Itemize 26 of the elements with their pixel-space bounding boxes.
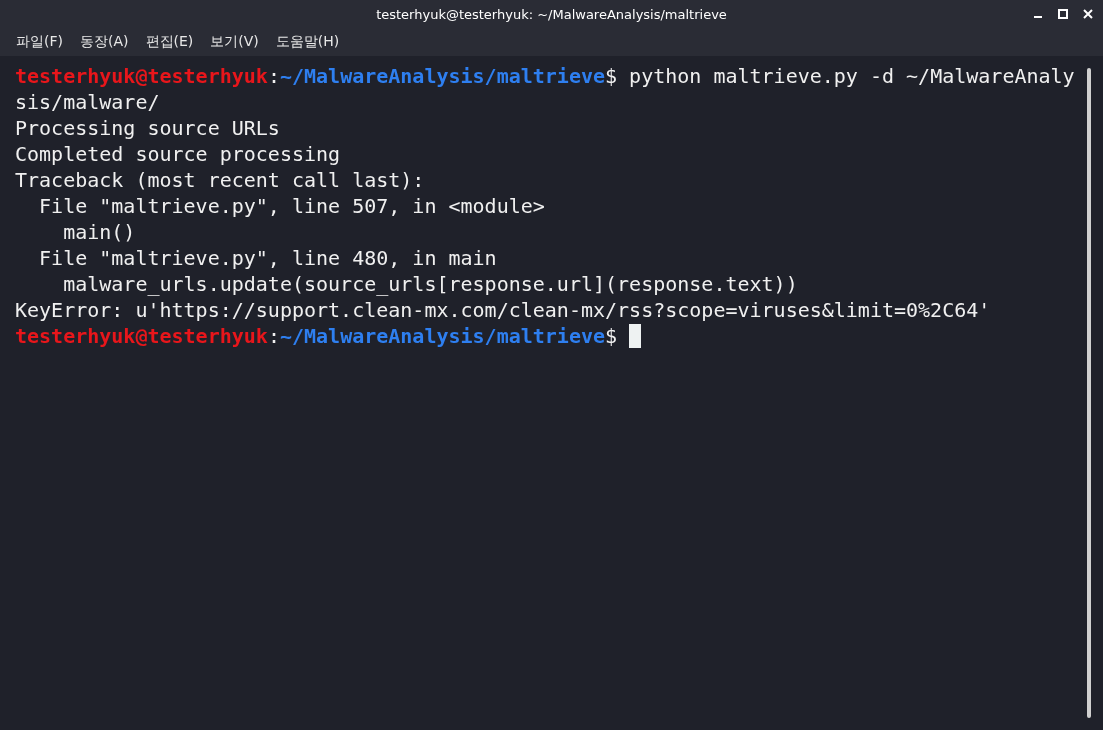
window-title: testerhyuk@testerhyuk: ~/MalwareAnalysis/maltrieve — [376, 6, 727, 22]
output-line: File "maltrieve.py", line 507, in <module> — [38, 193, 545, 219]
prompt-user: testerhyuk@testerhyuk — [15, 63, 268, 89]
menu-item[interactable]: 편집(E) — [145, 33, 194, 51]
command-text: $ — [605, 323, 619, 349]
scrollbar[interactable] — [1087, 68, 1091, 718]
output-line: Traceback (most recent call last): — [15, 167, 425, 193]
output-line: KeyError: u'https://support.clean-mx.com/clean-mx/rss?scope=viruses&limit=0%2C64' — [15, 297, 991, 323]
menu-item[interactable]: 보기(V) — [210, 33, 259, 51]
prompt-separator: : — [267, 323, 280, 349]
output-line: Processing source URLs — [15, 115, 280, 141]
output-line: File "maltrieve.py", line 480, in main — [38, 245, 497, 271]
command-text: $ python maltrieve.py -d ~/MalwareAnaly — [605, 63, 1075, 89]
prompt-user: testerhyuk@testerhyuk — [15, 323, 268, 349]
output-line: main() — [62, 219, 136, 245]
output-line: sis/malware/ — [15, 89, 160, 115]
close-icon[interactable] — [1083, 9, 1093, 19]
menu-item[interactable]: 파일(F) — [16, 33, 63, 51]
output-line: Completed source processing — [15, 141, 341, 167]
output-line: malware_urls.update(source_urls[response.url](response.text)) — [62, 271, 798, 297]
prompt-path: ~/MalwareAnalysis/maltrieve — [279, 323, 606, 349]
menu-item[interactable]: 도움말(H) — [275, 33, 340, 51]
menu-item[interactable]: 동장(A) — [80, 33, 129, 51]
prompt-path: ~/MalwareAnalysis/maltrieve — [279, 63, 606, 89]
maximize-icon[interactable] — [1058, 9, 1068, 19]
prompt-separator: : — [267, 63, 280, 89]
